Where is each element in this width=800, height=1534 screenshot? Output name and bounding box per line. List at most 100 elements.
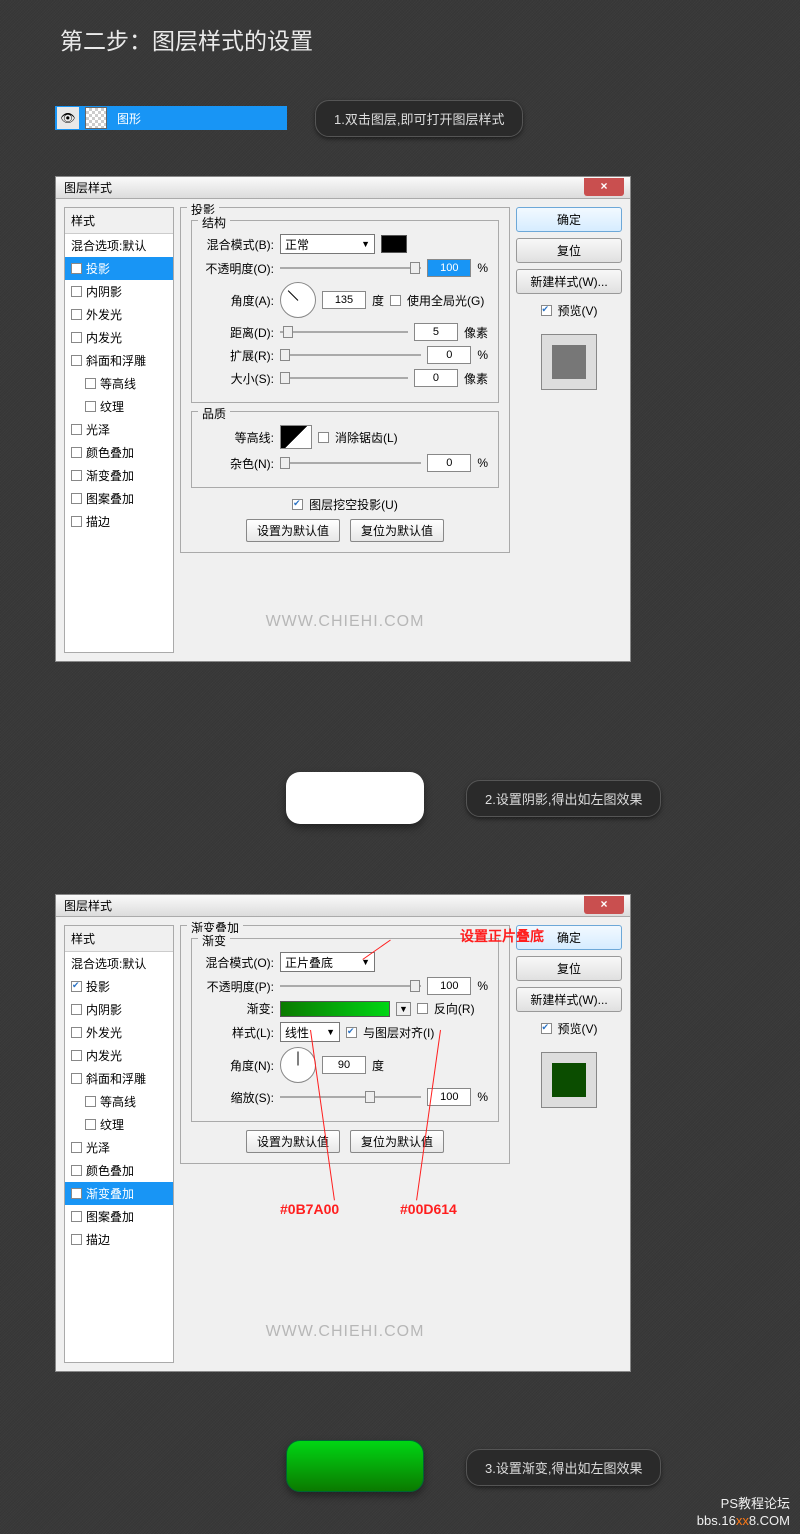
dialog-titlebar[interactable]: 图层样式 ×	[56, 177, 630, 199]
reverse-checkbox[interactable]	[417, 1003, 428, 1014]
scale-label: 缩放(S):	[202, 1089, 274, 1106]
style-texture[interactable]: 纹理	[65, 395, 173, 418]
size-slider[interactable]	[280, 371, 408, 385]
checkbox-icon[interactable]	[71, 332, 82, 343]
angle-dial[interactable]: .dlg1 .angle-dial::after{transform:rotat…	[280, 282, 316, 318]
checkbox-icon[interactable]	[85, 1096, 96, 1107]
chevron-down-icon[interactable]: ▼	[396, 1002, 411, 1016]
close-icon[interactable]: ×	[584, 896, 624, 914]
checkbox-icon[interactable]	[71, 1142, 82, 1153]
checkbox-icon[interactable]	[71, 263, 82, 274]
checkbox-icon[interactable]	[71, 516, 82, 527]
style-satin[interactable]: 光泽	[65, 1136, 173, 1159]
opacity-input[interactable]: 100	[427, 977, 471, 995]
style-innerglow[interactable]: 内发光	[65, 1044, 173, 1067]
style-gradoverlay[interactable]: 渐变叠加	[65, 1182, 173, 1205]
checkbox-icon[interactable]	[71, 493, 82, 504]
style-texture[interactable]: 纹理	[65, 1113, 173, 1136]
style-innerglow[interactable]: 内发光	[65, 326, 173, 349]
checkbox-icon[interactable]	[85, 401, 96, 412]
close-icon[interactable]: ×	[584, 178, 624, 196]
noise-slider[interactable]	[280, 456, 421, 470]
style-outerglow[interactable]: 外发光	[65, 1021, 173, 1044]
checkbox-icon[interactable]	[71, 1234, 82, 1245]
style-stroke[interactable]: 描边	[65, 510, 173, 533]
angle-dial[interactable]: .dlg2 .angle-dial::after{transform:rotat…	[280, 1047, 316, 1083]
noise-input[interactable]: 0	[427, 454, 471, 472]
checkbox-icon[interactable]	[71, 355, 82, 366]
checkbox-icon[interactable]	[71, 1188, 82, 1199]
size-input[interactable]: 0	[414, 369, 458, 387]
reset-default-button[interactable]: 复位为默认值	[350, 1130, 444, 1153]
checkbox-icon[interactable]	[71, 286, 82, 297]
style-contour[interactable]: 等高线	[65, 1090, 173, 1113]
distance-input[interactable]: 5	[414, 323, 458, 341]
checkbox-icon[interactable]	[71, 1050, 82, 1061]
antialias-checkbox[interactable]	[318, 432, 329, 443]
style-patternoverlay[interactable]: 图案叠加	[65, 487, 173, 510]
style-bevel[interactable]: 斜面和浮雕	[65, 349, 173, 372]
layer-thumbnail[interactable]	[85, 107, 107, 129]
checkbox-icon[interactable]	[71, 447, 82, 458]
style-patternoverlay[interactable]: 图案叠加	[65, 1205, 173, 1228]
style-outerglow[interactable]: 外发光	[65, 303, 173, 326]
color-swatch[interactable]	[381, 235, 407, 253]
contour-picker[interactable]	[280, 425, 312, 449]
blendmode-select[interactable]: 正片叠底▼	[280, 952, 375, 972]
scale-input[interactable]: 100	[427, 1088, 471, 1106]
spread-input[interactable]: 0	[427, 346, 471, 364]
checkbox-icon[interactable]	[71, 1004, 82, 1015]
checkbox-icon[interactable]	[71, 1073, 82, 1084]
style-contour[interactable]: 等高线	[65, 372, 173, 395]
blend-options[interactable]: 混合选项:默认	[65, 952, 173, 975]
visibility-icon[interactable]: 👁	[57, 107, 79, 129]
style-bevel[interactable]: 斜面和浮雕	[65, 1067, 173, 1090]
cancel-button[interactable]: 复位	[516, 238, 622, 263]
preview-checkbox[interactable]	[541, 305, 552, 316]
knockout-checkbox[interactable]	[292, 499, 303, 510]
gradient-style-select[interactable]: 线性▼	[280, 1022, 340, 1042]
ok-button[interactable]: 确定	[516, 925, 622, 950]
style-innershadow[interactable]: 内阴影	[65, 280, 173, 303]
blend-options[interactable]: 混合选项:默认	[65, 234, 173, 257]
checkbox-icon[interactable]	[85, 378, 96, 389]
checkbox-icon[interactable]	[85, 1119, 96, 1130]
preview-checkbox[interactable]	[541, 1023, 552, 1034]
scale-slider[interactable]	[280, 1090, 421, 1104]
set-default-button[interactable]: 设置为默认值	[246, 1130, 340, 1153]
distance-slider[interactable]	[280, 325, 408, 339]
checkbox-icon[interactable]	[71, 1211, 82, 1222]
new-style-button[interactable]: 新建样式(W)...	[516, 987, 622, 1012]
checkbox-icon[interactable]	[71, 309, 82, 320]
checkbox-icon[interactable]	[71, 981, 82, 992]
checkbox-icon[interactable]	[71, 1027, 82, 1038]
angle-input[interactable]: 135	[322, 291, 366, 309]
ok-button[interactable]: 确定	[516, 207, 622, 232]
opacity-slider[interactable]	[280, 979, 421, 993]
style-gradoverlay[interactable]: 渐变叠加	[65, 464, 173, 487]
style-coloroverlay[interactable]: 颜色叠加	[65, 1159, 173, 1182]
angle-input[interactable]: 90	[322, 1056, 366, 1074]
style-satin[interactable]: 光泽	[65, 418, 173, 441]
spread-slider[interactable]	[280, 348, 421, 362]
gradient-picker[interactable]	[280, 1001, 390, 1017]
checkbox-icon[interactable]	[71, 424, 82, 435]
new-style-button[interactable]: 新建样式(W)...	[516, 269, 622, 294]
align-checkbox[interactable]	[346, 1027, 357, 1038]
global-light-checkbox[interactable]	[390, 295, 401, 306]
style-coloroverlay[interactable]: 颜色叠加	[65, 441, 173, 464]
set-default-button[interactable]: 设置为默认值	[246, 519, 340, 542]
style-innershadow[interactable]: 内阴影	[65, 998, 173, 1021]
blendmode-select[interactable]: 正常▼	[280, 234, 375, 254]
opacity-input[interactable]: 100	[427, 259, 471, 277]
style-dropshadow[interactable]: 投影	[65, 975, 173, 998]
reset-default-button[interactable]: 复位为默认值	[350, 519, 444, 542]
checkbox-icon[interactable]	[71, 1165, 82, 1176]
style-dropshadow[interactable]: 投影	[65, 257, 173, 280]
opacity-slider[interactable]	[280, 261, 421, 275]
checkbox-icon[interactable]	[71, 470, 82, 481]
style-stroke[interactable]: 描边	[65, 1228, 173, 1251]
layer-row[interactable]: 👁 图形	[55, 106, 287, 130]
dialog-titlebar[interactable]: 图层样式 ×	[56, 895, 630, 917]
cancel-button[interactable]: 复位	[516, 956, 622, 981]
